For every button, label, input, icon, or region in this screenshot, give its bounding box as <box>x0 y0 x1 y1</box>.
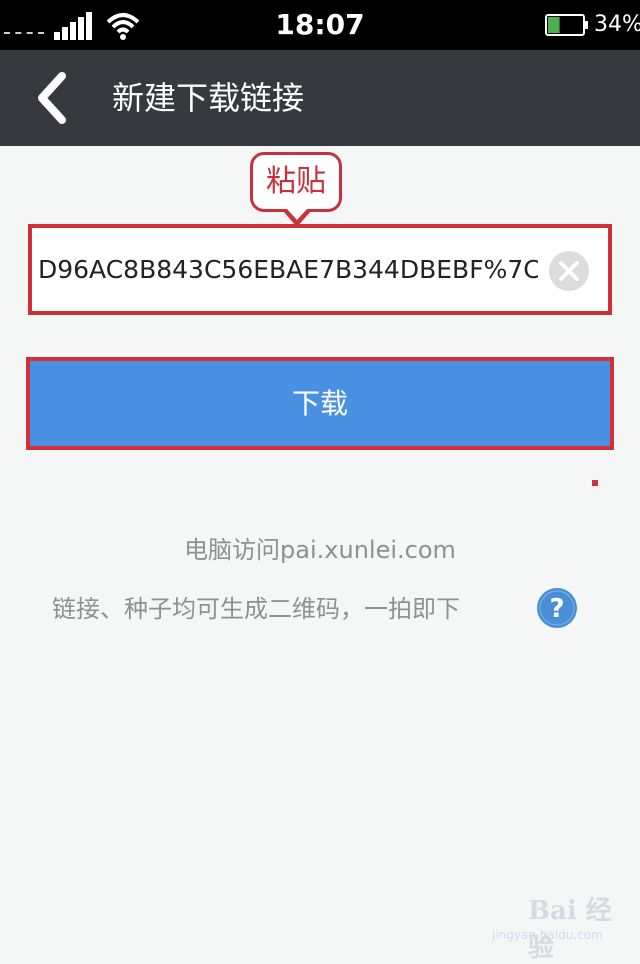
app-bar: 新建下载链接 <box>0 50 640 146</box>
back-button[interactable] <box>28 68 84 128</box>
status-bar: 18:07 34% <box>0 0 640 50</box>
qr-code-text: 链接、种子均可生成二维码，一拍即下 <box>52 595 460 623</box>
clear-button[interactable] <box>548 250 590 292</box>
clear-circle-icon <box>549 251 589 291</box>
watermark-brand: Bai 经验 <box>528 896 612 963</box>
download-button[interactable]: 下载 <box>26 357 614 450</box>
svg-text:?: ? <box>549 594 564 624</box>
watermark-sub: jingyan.baidu.com <box>492 928 603 942</box>
help-button[interactable]: ? <box>536 587 578 629</box>
chevron-left-icon <box>38 72 66 124</box>
url-input[interactable] <box>38 228 538 311</box>
baidu-jingyan-watermark: Bai 经验 jingyan.baidu.com <box>492 890 612 963</box>
paste-callout: 粘贴 <box>250 152 342 227</box>
visit-pc-text: 电脑访问pai.xunlei.com <box>184 536 456 564</box>
battery-icon <box>545 14 588 36</box>
annotation-dot <box>592 480 598 486</box>
url-field[interactable] <box>28 224 612 315</box>
page-title: 新建下载链接 <box>112 79 305 117</box>
battery-percent: 34% <box>594 12 640 37</box>
status-time: 18:07 <box>275 8 365 41</box>
question-circle-icon: ? <box>537 588 577 628</box>
